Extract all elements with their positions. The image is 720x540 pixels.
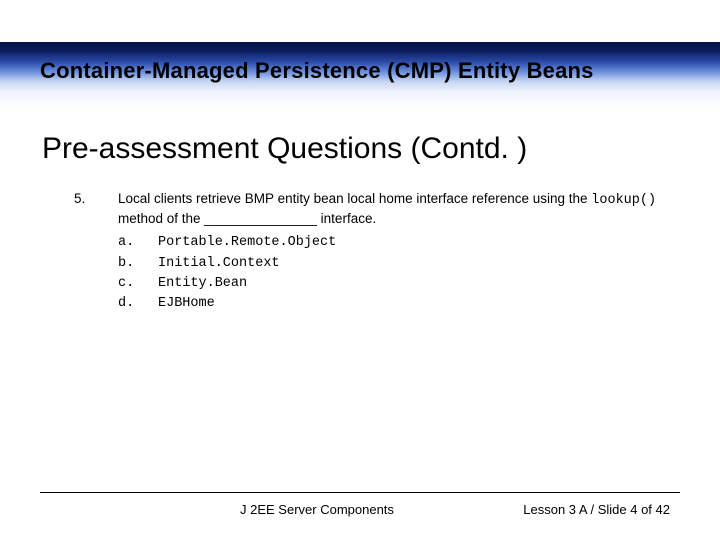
option-label: a. bbox=[118, 234, 158, 252]
option-row: b. Initial.Context bbox=[118, 255, 674, 273]
option-label: c. bbox=[118, 275, 158, 293]
question-text-post: method of the _______________ interface. bbox=[118, 211, 376, 226]
option-value: Portable.Remote.Object bbox=[158, 234, 336, 252]
options-list: a. Portable.Remote.Object b. Initial.Con… bbox=[118, 234, 674, 313]
option-row: c. Entity.Bean bbox=[118, 275, 674, 293]
question-block: 5. Local clients retrieve BMP entity bea… bbox=[74, 190, 674, 315]
option-value: Entity.Bean bbox=[158, 275, 247, 293]
option-row: d. EJBHome bbox=[118, 295, 674, 313]
option-label: d. bbox=[118, 295, 158, 313]
option-value: Initial.Context bbox=[158, 255, 280, 273]
option-label: b. bbox=[118, 255, 158, 273]
option-value: EJBHome bbox=[158, 295, 215, 313]
footer-right-text: Lesson 3 A / Slide 4 of 42 bbox=[523, 502, 670, 517]
question-code: lookup() bbox=[591, 193, 656, 208]
option-row: a. Portable.Remote.Object bbox=[118, 234, 674, 252]
slide: Container-Managed Persistence (CMP) Enti… bbox=[0, 0, 720, 540]
footer-divider bbox=[40, 492, 680, 493]
question-text-pre: Local clients retrieve BMP entity bean l… bbox=[118, 191, 591, 206]
question-row: 5. Local clients retrieve BMP entity bea… bbox=[74, 190, 674, 228]
section-title: Pre-assessment Questions (Contd. ) bbox=[42, 132, 527, 166]
footer-left-text: J 2EE Server Components bbox=[240, 502, 394, 517]
question-text: Local clients retrieve BMP entity bean l… bbox=[118, 190, 674, 228]
question-number: 5. bbox=[74, 190, 118, 228]
slide-header-title: Container-Managed Persistence (CMP) Enti… bbox=[40, 58, 594, 84]
